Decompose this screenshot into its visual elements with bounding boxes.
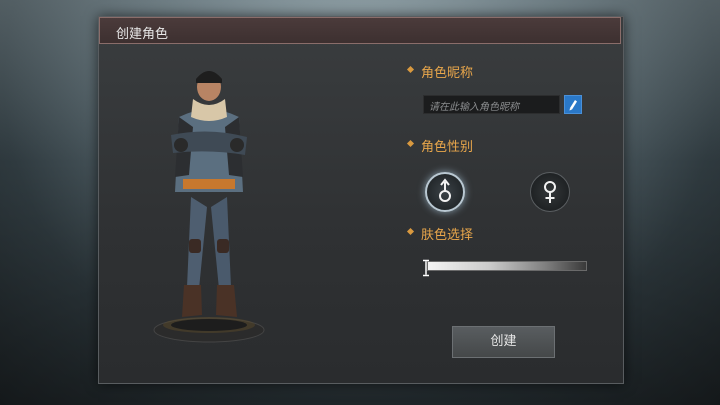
skin-bullet-icon (406, 227, 415, 236)
skin-color-slider[interactable] (427, 261, 587, 271)
skin-label: 肤色选择 (421, 228, 474, 243)
skin-slider-handle[interactable] (423, 257, 429, 279)
nickname-label: 角色昵称 (421, 66, 474, 81)
character-preview[interactable] (149, 57, 299, 347)
nickname-bullet-icon (406, 65, 415, 74)
nickname-input[interactable]: 请在此输入角色昵称 (423, 95, 560, 114)
gender-male-button[interactable] (425, 172, 465, 212)
gender-label: 角色性别 (421, 140, 474, 155)
character-model (153, 71, 265, 343)
gender-bullet-icon (406, 139, 415, 148)
pencil-icon (569, 100, 577, 111)
create-character-dialog: 创建角色 角色昵称 请在此输入角色昵称 角色性别 肤色选择 创建 (98, 16, 624, 384)
male-symbol-icon (439, 178, 451, 202)
dialog-title: 创建角色 (116, 27, 169, 42)
gender-female-button[interactable] (530, 172, 570, 212)
dialog-title-bar: 创建角色 (99, 17, 621, 44)
edit-nickname-button[interactable] (564, 95, 582, 114)
female-symbol-icon (544, 181, 556, 203)
create-button[interactable]: 创建 (452, 326, 555, 358)
